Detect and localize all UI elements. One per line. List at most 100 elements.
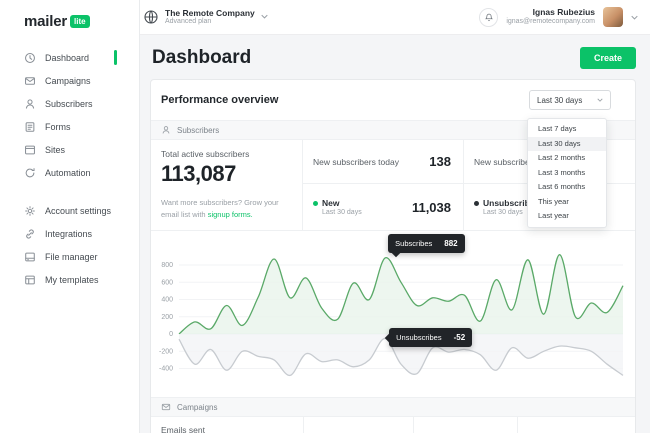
sidebar-nav-secondary: Account settings Integrations File manager…: [0, 199, 139, 291]
total-subscribers-cell: Total active subscribers 113,087 Want mo…: [151, 140, 303, 230]
gear-icon: [24, 205, 36, 217]
svg-text:800: 800: [161, 262, 173, 269]
date-range-dropdown: Last 7 daysLast 30 daysLast 2 monthsLast…: [527, 118, 607, 228]
ctor-stat-cell: CTORLast 30 days33.86%: [517, 417, 635, 433]
link-icon: [24, 228, 36, 240]
opens-stat-cell: OpensLast 30 days4,200: [303, 417, 413, 433]
signup-forms-link[interactable]: signup forms.: [208, 210, 253, 219]
unsubscribes-tooltip: Unsubscribes-52: [389, 328, 472, 347]
performance-card-head: Performance overview Last 30 days: [151, 80, 635, 120]
forms-icon: [24, 121, 36, 133]
sidebar-item-account-settings[interactable]: Account settings: [0, 199, 139, 222]
sidebar-item-dashboard[interactable]: Dashboard: [0, 46, 139, 69]
automation-icon: [24, 167, 36, 179]
file-manager-icon: [24, 251, 36, 263]
chevron-down-icon: [597, 98, 603, 102]
svg-text:-200: -200: [159, 348, 173, 355]
new-subscribers-today-label: New subscribers today: [313, 157, 399, 167]
dropdown-option-last-year[interactable]: Last year: [528, 209, 606, 224]
performance-card: Performance overview Last 30 days Last 7…: [150, 79, 636, 433]
svg-text:400: 400: [161, 297, 173, 304]
logo[interactable]: mailerlite: [0, 0, 139, 32]
new-stat-title: New: [313, 198, 362, 208]
campaigns-stats: Emails sent 7,869 OpensLast 30 days4,200…: [151, 417, 635, 433]
bell-icon: [484, 12, 494, 23]
company-name: The Remote Company: [165, 8, 255, 18]
topbar: The Remote Company Advanced plan Ignas R…: [140, 0, 650, 35]
main-column: The Remote Company Advanced plan Ignas R…: [140, 0, 650, 433]
performance-title: Performance overview: [161, 94, 278, 106]
sidebar-item-label: Sites: [45, 145, 65, 155]
subscribers-icon: [24, 98, 36, 110]
date-range-value: Last 30 days: [537, 96, 582, 105]
dropdown-option-last-3-months[interactable]: Last 3 months: [528, 166, 606, 181]
new-stat-value: 11,038: [412, 200, 451, 215]
content-area: Dashboard Create Performance overview La…: [140, 35, 650, 433]
sidebar-item-automation[interactable]: Automation: [0, 161, 139, 184]
sites-icon: [24, 144, 36, 156]
sidebar-item-subscribers[interactable]: Subscribers: [0, 92, 139, 115]
sidebar-item-label: Forms: [45, 122, 71, 132]
subscribers-hint: Want more subscribers? Grow your email l…: [161, 197, 292, 220]
sidebar-item-forms[interactable]: Forms: [0, 115, 139, 138]
sidebar-item-label: My templates: [45, 275, 99, 285]
dropdown-option-this-year[interactable]: This year: [528, 195, 606, 210]
page-head: Dashboard Create: [152, 47, 636, 69]
emails-sent-cell: Emails sent 7,869: [151, 417, 303, 433]
sidebar-item-integrations[interactable]: Integrations: [0, 222, 139, 245]
page-title: Dashboard: [152, 47, 251, 69]
sidebar-item-label: Subscribers: [45, 99, 93, 109]
sidebar-item-label: Automation: [45, 168, 91, 178]
sidebar-item-label: Campaigns: [45, 76, 91, 86]
svg-text:600: 600: [161, 279, 173, 286]
app-window: mailerlite Dashboard Campaigns Subscribers…: [0, 0, 650, 433]
new-stat-sub: Last 30 days: [322, 209, 362, 216]
subscribers-section-label: Subscribers: [177, 126, 219, 135]
dashboard-icon: [24, 52, 36, 64]
subscribers-icon: [161, 125, 171, 135]
sidebar-item-my-templates[interactable]: My templates: [0, 268, 139, 291]
avatar: [603, 7, 623, 27]
sidebar-nav-main: Dashboard Campaigns Subscribers Forms Sites A…: [0, 46, 139, 184]
subscribers-chart[interactable]: 8006004002000-200-400 Subscribes882 Unsu…: [151, 231, 635, 397]
sidebar: mailerlite Dashboard Campaigns Subscribers…: [0, 0, 140, 433]
templates-icon: [24, 274, 36, 286]
create-button[interactable]: Create: [580, 47, 636, 69]
total-subscribers-value: 113,087: [161, 161, 292, 187]
chevron-down-icon[interactable]: [631, 15, 638, 20]
user-meta: Ignas Rubezius ignas@remotecompany.com: [506, 7, 595, 26]
sidebar-item-file-manager[interactable]: File manager: [0, 245, 139, 268]
notifications-button[interactable]: [479, 8, 498, 27]
company-meta: The Remote Company Advanced plan: [165, 8, 255, 27]
sidebar-item-campaigns[interactable]: Campaigns: [0, 69, 139, 92]
user-name: Ignas Rubezius: [506, 7, 595, 18]
globe-icon: [143, 9, 159, 25]
campaigns-icon: [24, 75, 36, 87]
company-switcher[interactable]: The Remote Company Advanced plan: [143, 8, 268, 27]
dropdown-option-last-7-days[interactable]: Last 7 days: [528, 122, 606, 137]
dropdown-option-last-2-months[interactable]: Last 2 months: [528, 151, 606, 166]
user-email: ignas@remotecompany.com: [506, 18, 595, 27]
new-stat-meta: New Last 30 days: [313, 198, 362, 216]
dropdown-option-last-30-days[interactable]: Last 30 days: [528, 137, 606, 152]
subscribes-tooltip: Subscribes882: [388, 234, 464, 253]
sidebar-item-label: Integrations: [45, 229, 92, 239]
green-dot-icon: [313, 201, 318, 206]
svg-text:200: 200: [161, 314, 173, 321]
company-plan: Advanced plan: [165, 18, 255, 26]
emails-sent-label: Emails sent: [161, 425, 293, 433]
dark-dot-icon: [474, 201, 479, 206]
sidebar-item-label: Dashboard: [45, 53, 89, 63]
sidebar-item-label: File manager: [45, 252, 98, 262]
new-stat-cell: New Last 30 days 11,038: [303, 184, 464, 230]
total-subscribers-label: Total active subscribers: [161, 149, 292, 159]
logo-text: mailer: [24, 13, 67, 30]
new-subscribers-today-value: 138: [429, 154, 451, 169]
sidebar-item-sites[interactable]: Sites: [0, 138, 139, 161]
svg-text:0: 0: [169, 331, 173, 338]
new-subscribers-today-cell: New subscribers today 138: [303, 140, 464, 184]
sidebar-item-label: Account settings: [45, 206, 111, 216]
dropdown-option-last-6-months[interactable]: Last 6 months: [528, 180, 606, 195]
clicks-stat-cell: ClicksLast 30 days1,422: [413, 417, 517, 433]
date-range-select[interactable]: Last 30 days: [529, 90, 611, 110]
